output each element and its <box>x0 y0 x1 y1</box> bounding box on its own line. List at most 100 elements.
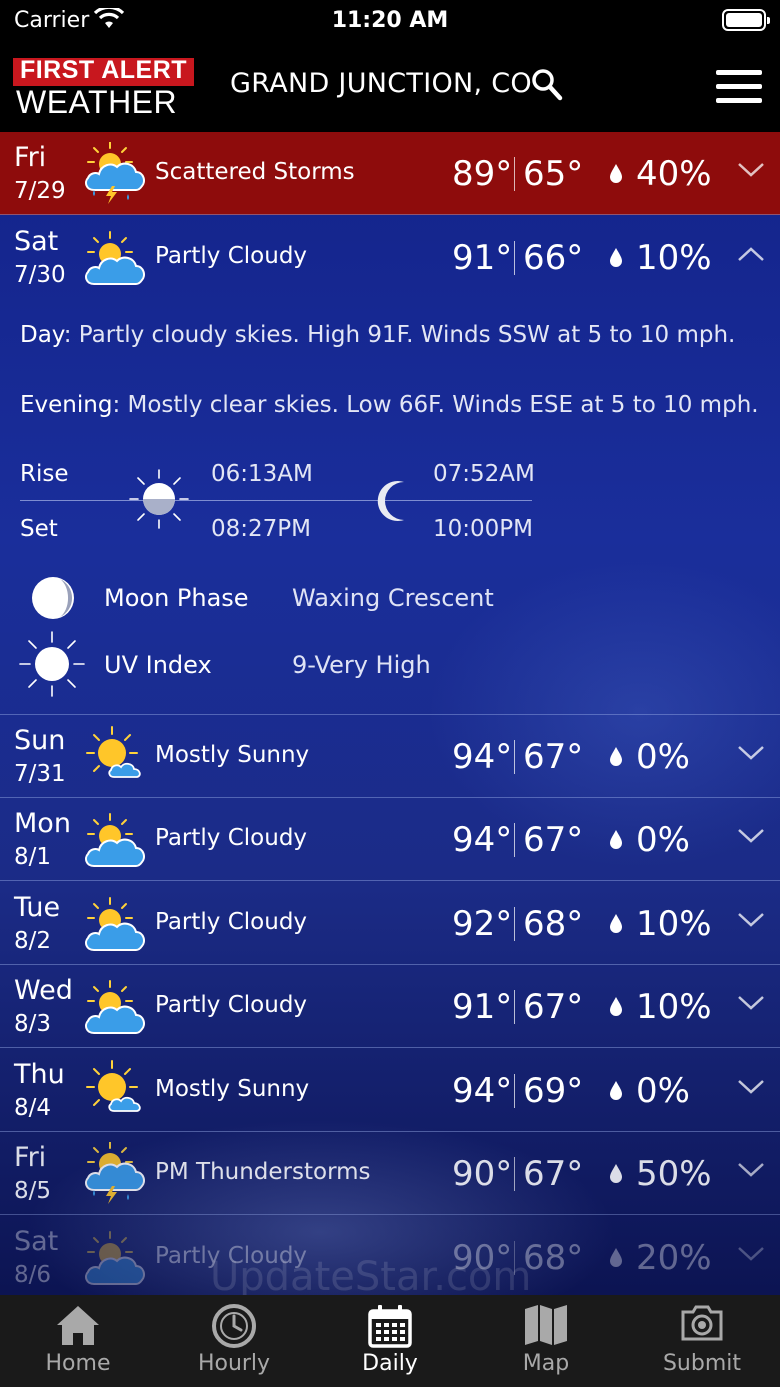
day-row-tue-82[interactable]: Tue 8/2 Partly Cloudy 92° 68° 10% <box>0 882 780 965</box>
logo-line1: FIRST ALERT <box>19 56 188 84</box>
tab-bar: Home Hourly Daily Map Submit <box>0 1295 780 1387</box>
day-date: 8/5 <box>14 1178 52 1204</box>
partly-cloudy-icon <box>85 897 145 951</box>
partly-cloudy-icon <box>85 813 145 867</box>
temp-divider <box>514 740 515 774</box>
precip-drop-icon <box>610 1248 622 1267</box>
location-title[interactable]: GRAND JUNCTION, CO <box>230 68 532 99</box>
sunrise-sunset-icon <box>129 469 189 529</box>
day-row-wed-83[interactable]: Wed 8/3 Partly Cloudy 91° 67° 10% <box>0 965 780 1048</box>
chevron-up-icon[interactable] <box>737 245 765 263</box>
day-date: 7/30 <box>14 262 66 288</box>
day-row-thu-84[interactable]: Thu 8/4 Mostly Sunny 94° 69° 0% <box>0 1049 780 1132</box>
home-icon <box>57 1306 99 1345</box>
app-header: FIRST ALERT WEATHER GRAND JUNCTION, CO <box>0 42 780 132</box>
horizon-line <box>20 500 532 501</box>
day-row-fri-85[interactable]: Fri 8/5 PM Thunderstorms 90° 67° 50% <box>0 1132 780 1215</box>
rise-label: Rise <box>20 461 69 487</box>
day-row-sat-730[interactable]: Sat 7/30 Partly Cloudy 91° 66° 10% <box>0 216 780 299</box>
high-temp: 94° <box>452 820 513 860</box>
high-temp: 94° <box>452 737 513 777</box>
condition-text: Partly Cloudy <box>155 243 308 269</box>
high-temp: 90° <box>452 1154 513 1194</box>
clock-icon <box>212 1304 256 1348</box>
high-temp: 89° <box>452 154 513 194</box>
tab-daily[interactable]: Daily <box>312 1295 468 1387</box>
day-row-sun-731[interactable]: Sun 7/31 Mostly Sunny 94° 67° 0% <box>0 715 780 798</box>
precip-drop-icon <box>610 1164 622 1183</box>
precip-chance: 0% <box>636 820 690 860</box>
low-temp: 67° <box>523 987 584 1027</box>
tab-label: Map <box>522 1351 570 1376</box>
camera-icon <box>681 1305 723 1341</box>
condition-text: Partly Cloudy <box>155 992 308 1018</box>
day-of-week: Fri <box>14 1142 47 1173</box>
high-temp: 94° <box>452 1071 513 1111</box>
temp-divider <box>514 241 515 275</box>
tab-label: Home <box>45 1351 111 1376</box>
chevron-down-icon[interactable] <box>737 161 765 179</box>
tab-submit[interactable]: Submit <box>624 1295 780 1387</box>
precip-chance: 20% <box>636 1238 712 1278</box>
logo-line2: WEATHER <box>16 84 178 120</box>
precip-chance: 40% <box>636 154 712 194</box>
high-temp: 91° <box>452 238 513 278</box>
tab-label: Daily <box>362 1351 418 1376</box>
chevron-down-icon[interactable] <box>737 744 765 762</box>
temp-divider <box>514 907 515 941</box>
chevron-down-icon[interactable] <box>737 1078 765 1096</box>
day-of-week: Mon <box>14 808 71 839</box>
watermark: UpdateStar.com <box>210 1254 532 1300</box>
sunset-time: 08:27PM <box>211 516 311 542</box>
condition-text: PM Thunderstorms <box>155 1159 371 1185</box>
precip-chance: 10% <box>636 987 712 1027</box>
mostly-sunny-icon <box>86 1060 141 1112</box>
day-of-week: Sat <box>14 226 59 257</box>
precip-drop-icon <box>610 914 622 933</box>
sunrise-time: 06:13AM <box>211 461 313 487</box>
day-row-fri-729[interactable]: Fri 7/29 Scattered Storms 89° 65° 40% <box>0 132 780 215</box>
chevron-down-icon[interactable] <box>737 1161 765 1179</box>
tab-hourly[interactable]: Hourly <box>156 1295 312 1387</box>
condition-text: Mostly Sunny <box>155 1076 310 1102</box>
precip-drop-icon <box>610 830 622 849</box>
precip-chance: 10% <box>636 238 712 278</box>
moon-phase-icon <box>32 577 74 619</box>
battery-icon <box>722 9 770 31</box>
low-temp: 67° <box>523 737 584 777</box>
day-of-week: Wed <box>14 975 73 1006</box>
chevron-down-icon[interactable] <box>737 827 765 845</box>
chevron-down-icon[interactable] <box>737 911 765 929</box>
temp-divider <box>514 1074 515 1108</box>
evening-text: : Mostly clear skies. Low 66F. Winds ESE… <box>112 392 759 418</box>
evening-label: Evening <box>20 392 113 418</box>
uv-index-label: UV Index <box>104 651 212 679</box>
partly-cloudy-icon <box>85 231 145 285</box>
chevron-down-icon[interactable] <box>737 1245 765 1263</box>
low-temp: 67° <box>523 820 584 860</box>
day-of-week: Thu <box>14 1059 65 1090</box>
search-icon[interactable] <box>531 68 563 102</box>
precip-drop-icon <box>610 164 622 183</box>
condition-text: Partly Cloudy <box>155 909 308 935</box>
hamburger-menu-icon[interactable] <box>716 70 762 104</box>
precip-chance: 50% <box>636 1154 712 1194</box>
precip-drop-icon <box>610 248 622 267</box>
day-of-week: Tue <box>14 892 61 923</box>
tab-map[interactable]: Map <box>468 1295 624 1387</box>
low-temp: 68° <box>523 904 584 944</box>
moon-phase-value: Waxing Crescent <box>292 584 494 612</box>
condition-text: Mostly Sunny <box>155 742 310 768</box>
day-date: 8/3 <box>14 1011 52 1037</box>
status-bar: Carrier 11:20 AM <box>0 0 780 42</box>
tab-label: Hourly <box>197 1351 271 1376</box>
chevron-down-icon[interactable] <box>737 994 765 1012</box>
high-temp: 91° <box>452 987 513 1027</box>
day-row-mon-81[interactable]: Mon 8/1 Partly Cloudy 94° 67° 0% <box>0 798 780 881</box>
uv-index-icon <box>19 631 85 697</box>
day-forecast-detail: Day: Partly cloudy skies. High 91F. Wind… <box>20 322 735 348</box>
tab-home[interactable]: Home <box>0 1295 156 1387</box>
partly-cloudy-icon <box>85 1231 145 1285</box>
day-of-week: Sat <box>14 1226 59 1257</box>
condition-text: Partly Cloudy <box>155 825 308 851</box>
